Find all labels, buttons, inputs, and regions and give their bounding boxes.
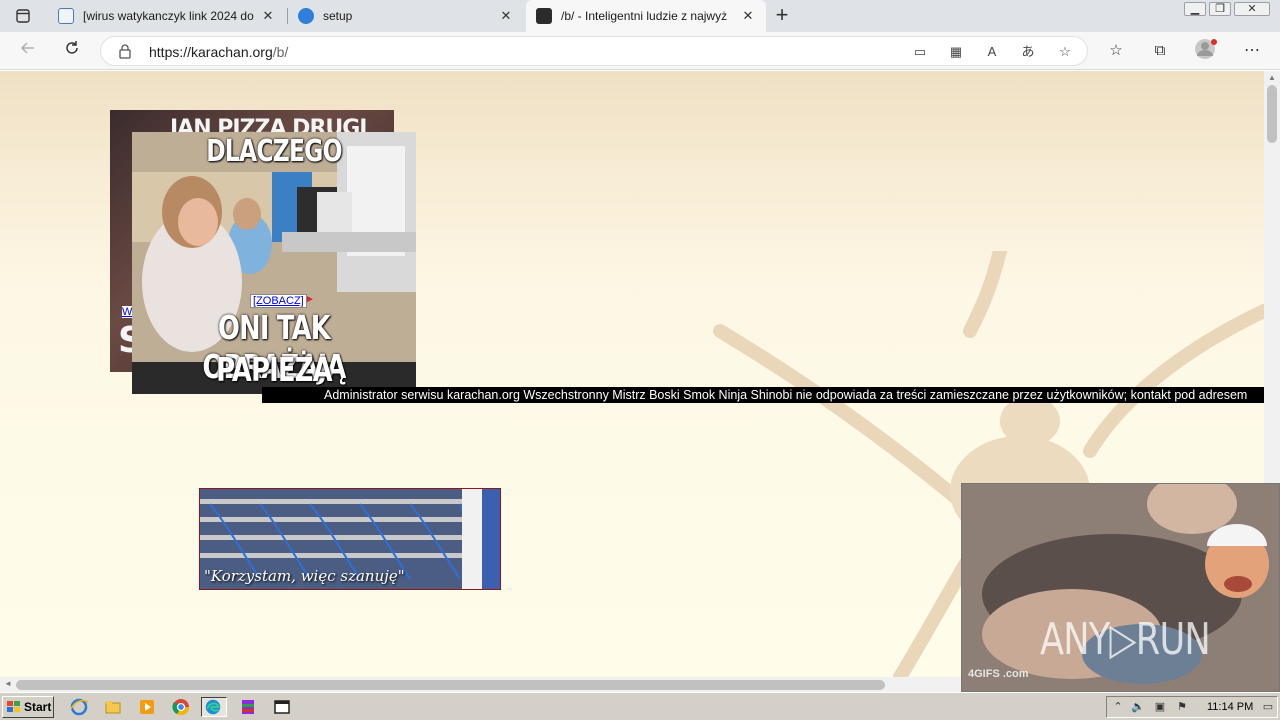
folder-icon	[105, 701, 121, 714]
servers-caption: "Korzystam, więc szanuję"	[204, 567, 405, 585]
navigation-bar: https://karachan.org/b/ ▭ ▦ A あ ☆ ☆ ⧉ ⋯	[0, 32, 1280, 70]
show-desktop-icon[interactable]: ▭	[1261, 700, 1275, 714]
window-icon	[274, 700, 290, 714]
winrar-taskbar-button[interactable]	[237, 697, 259, 717]
banner-top-caption: DLACZEGO	[206, 134, 342, 169]
arrow-icon: ►	[305, 294, 315, 305]
url-path: /b/	[272, 44, 289, 60]
add-favorite-icon[interactable]: ☆	[1056, 43, 1074, 61]
refresh-icon	[66, 41, 78, 54]
close-tab-icon[interactable]: ✕	[740, 8, 756, 24]
window-taskbar-button[interactable]	[271, 697, 293, 717]
show-hidden-icons-icon[interactable]: ⌃	[1111, 700, 1125, 714]
tab-wirus[interactable]: [wirus watykanczyk link 2024 do ✕	[48, 0, 286, 32]
read-aloud-icon[interactable]: A	[983, 43, 1001, 61]
system-tray: ⌃ 🔈 ▣ ⚑ 11:14 PM ▭	[1106, 696, 1278, 718]
favorites-icon: ☆	[1109, 42, 1123, 59]
more-icon: ⋯	[1244, 42, 1260, 59]
back-arrow-icon	[20, 42, 34, 54]
zobacz-link[interactable]: [ZOBACZ]	[250, 294, 307, 308]
edge-page-icon	[58, 8, 74, 24]
taskbar: Start ⌃ 🔈 ▣ ⚑ 11:14 PM ▭	[0, 692, 1280, 720]
tab-karachan[interactable]: /b/ - Inteligentni ludzie z najwyż ✕	[526, 0, 766, 32]
tab-setup[interactable]: setup ✕	[288, 0, 524, 32]
back-button[interactable]	[14, 37, 42, 65]
internet-explorer-icon	[70, 698, 89, 716]
settings-more-button[interactable]: ⋯	[1238, 37, 1266, 65]
ie-taskbar-button[interactable]	[68, 697, 90, 717]
servers-banner[interactable]: "Korzystam, więc szanuję"	[199, 488, 501, 590]
tab-title: setup	[323, 9, 353, 23]
restore-button[interactable]: ❐	[1209, 2, 1231, 16]
tab-actions-icon	[16, 9, 30, 23]
clock[interactable]: 11:14 PM	[1207, 701, 1253, 713]
start-label: Start	[24, 700, 52, 714]
chrome-taskbar-button[interactable]	[170, 697, 192, 717]
app-available-icon[interactable]: ▭	[911, 43, 929, 61]
tab-actions-button[interactable]	[8, 4, 38, 28]
chrome-icon	[172, 699, 190, 716]
karachan-favicon	[536, 8, 552, 24]
scroll-left-icon[interactable]: ◄	[4, 679, 12, 688]
favorites-button[interactable]: ☆	[1102, 37, 1130, 65]
tab-strip: [wirus watykanczyk link 2024 do ✕ setup …	[0, 0, 1280, 32]
start-button[interactable]: Start	[2, 696, 54, 718]
volume-icon[interactable]: 🔈	[1131, 700, 1145, 714]
anyrun-overlay-gif: ANY▷RUN 4GIFS .com	[961, 483, 1280, 692]
edge-icon	[205, 699, 221, 715]
grid-icon[interactable]: ▦	[947, 43, 965, 61]
explorer-taskbar-button[interactable]	[102, 697, 124, 717]
admin-disclaimer-ticker: Administrator serwisu karachan.org Wszec…	[262, 387, 1264, 403]
address-bar[interactable]: https://karachan.org/b/ ▭ ▦ A あ ☆	[100, 36, 1088, 66]
new-tab-button[interactable]: +	[770, 4, 794, 28]
lock-icon[interactable]	[117, 43, 133, 59]
avatar	[1195, 39, 1217, 59]
network-icon[interactable]: ▣	[1153, 700, 1167, 714]
close-tab-icon[interactable]: ✕	[260, 8, 276, 24]
gif-label: 4GIFS .com	[968, 668, 1029, 680]
refresh-button[interactable]	[58, 37, 86, 65]
media-player-icon	[140, 700, 154, 714]
minimize-button[interactable]: ▁	[1184, 2, 1206, 16]
media-player-taskbar-button[interactable]	[136, 697, 158, 717]
anyrun-watermark: ANY▷RUN	[1040, 614, 1211, 665]
banner-bottom-caption: PAPIEŻA	[216, 350, 332, 389]
windows-flag-icon	[7, 701, 20, 712]
collections-icon: ⧉	[1154, 42, 1166, 59]
tab-title: /b/ - Inteligentni ludzie z najwyż	[561, 9, 728, 23]
edge-taskbar-button[interactable]	[201, 697, 227, 717]
banner-link[interactable]: W	[122, 306, 133, 318]
vertical-scroll-thumb[interactable]	[1267, 85, 1277, 143]
translate-icon[interactable]: あ	[1019, 43, 1037, 61]
profile-button[interactable]	[1192, 37, 1220, 65]
action-center-flag-icon[interactable]: ⚑	[1175, 700, 1189, 714]
close-tab-icon[interactable]: ✕	[498, 8, 514, 24]
horizontal-scroll-thumb[interactable]	[16, 680, 885, 690]
tab-title: [wirus watykanczyk link 2024 do	[83, 9, 254, 23]
archive-icon	[242, 700, 254, 714]
url-host: https://karachan.org	[149, 44, 273, 60]
edge-download-icon	[298, 8, 314, 24]
collections-button[interactable]: ⧉	[1146, 37, 1174, 65]
ad-banner-dlaczego[interactable]: DLACZEGO [ZOBACZ] ► ONI TAK OBRAŻAJĄ PAP…	[132, 132, 416, 394]
scroll-up-icon[interactable]: ▲	[1268, 73, 1276, 82]
close-window-button[interactable]: ✕	[1234, 2, 1270, 16]
url-text[interactable]: https://karachan.org/b/	[149, 44, 288, 60]
